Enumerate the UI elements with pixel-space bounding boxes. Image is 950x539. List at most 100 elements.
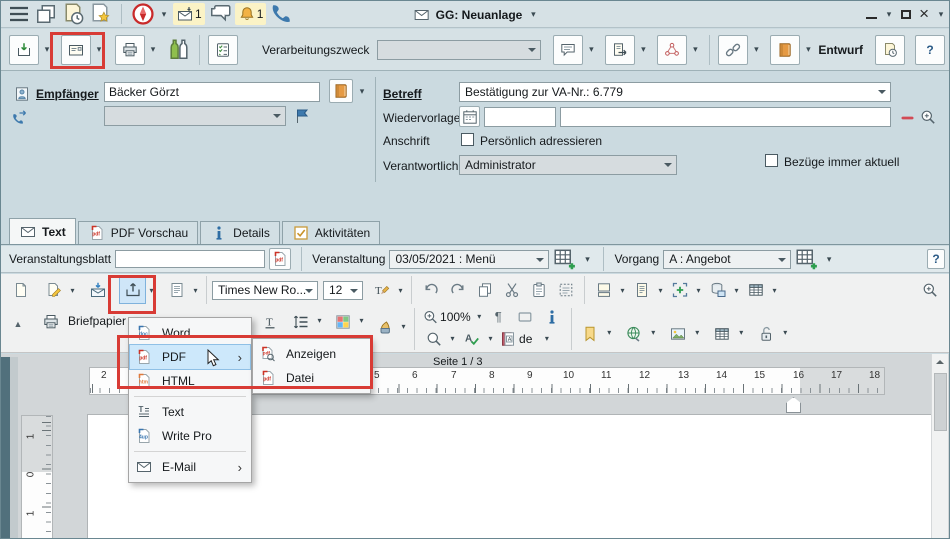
- insert-image-button[interactable]: [665, 320, 692, 347]
- menu-item-html[interactable]: htmHTML: [130, 369, 250, 393]
- menu-item-datei[interactable]: pdfDatei: [254, 366, 369, 390]
- data-field-dropdown[interactable]: [731, 278, 742, 303]
- menu-item-word[interactable]: docWord: [130, 321, 250, 345]
- veranstaltungsblatt-pdf-button[interactable]: pdf: [269, 248, 291, 270]
- empfaenger-book-button[interactable]: [329, 79, 353, 103]
- windows-icon[interactable]: [34, 2, 58, 26]
- transfer-dropdown[interactable]: [637, 36, 649, 64]
- letter-dropdown[interactable]: [93, 36, 105, 64]
- hamburger-icon[interactable]: [7, 2, 31, 26]
- verantwortlich-select[interactable]: Administrator: [459, 155, 677, 175]
- document-pages-dropdown[interactable]: [190, 278, 201, 303]
- insert-frame-dropdown[interactable]: [693, 278, 704, 303]
- menu-item-write-pro[interactable]: 4upWrite Pro: [130, 424, 250, 448]
- page-layout-dropdown[interactable]: [617, 278, 628, 303]
- empfaenger-phone-select[interactable]: [104, 106, 286, 126]
- page-layout-button[interactable]: [590, 277, 617, 304]
- betreff-label[interactable]: Betreff: [383, 87, 422, 101]
- format-painter-button[interactable]: T: [368, 277, 395, 304]
- zoom-level-button[interactable]: 100%: [420, 305, 474, 328]
- address-book-button[interactable]: [770, 35, 800, 65]
- spellcheck-dropdown[interactable]: [485, 328, 496, 349]
- comment-button[interactable]: [553, 35, 583, 65]
- close-button[interactable]: [919, 8, 929, 22]
- transfer-button[interactable]: [605, 35, 635, 65]
- history-button[interactable]: [875, 35, 905, 65]
- import-button[interactable]: [84, 277, 111, 304]
- save-record-button[interactable]: [9, 35, 39, 65]
- add-vorgang-button[interactable]: [795, 247, 819, 271]
- new-document-button[interactable]: [7, 277, 34, 304]
- collapse-toolbar-button[interactable]: [7, 310, 29, 337]
- table-tools-button[interactable]: [709, 320, 736, 347]
- document-pages-button[interactable]: [163, 277, 190, 304]
- minimize-dropdown[interactable]: [885, 5, 893, 25]
- export-dropdown[interactable]: [146, 278, 157, 303]
- zoom-level-dropdown[interactable]: [474, 306, 485, 327]
- hyperlink-button[interactable]: [621, 320, 648, 347]
- letter-button[interactable]: [61, 35, 91, 65]
- help-button[interactable]: ?: [915, 35, 945, 65]
- empfaenger-input[interactable]: [104, 82, 320, 102]
- restore-button[interactable]: [901, 10, 911, 19]
- add-veranstaltung-button[interactable]: [553, 247, 577, 271]
- workflow-button[interactable]: [657, 35, 687, 65]
- tab-details[interactable]: Details: [200, 221, 280, 244]
- empfaenger-book-dropdown[interactable]: [356, 79, 368, 103]
- frame-borders-button[interactable]: [512, 305, 539, 328]
- tab-pdf-vorschau[interactable]: pdfPDF Vorschau: [78, 221, 198, 244]
- undo-button[interactable]: [417, 277, 444, 304]
- title-dropdown[interactable]: [527, 5, 539, 25]
- link-button[interactable]: [718, 35, 748, 65]
- menu-item-e-mail[interactable]: E-Mail: [130, 455, 250, 479]
- recent-doc-icon[interactable]: [61, 2, 85, 26]
- magnify-button[interactable]: [916, 277, 943, 304]
- info-button[interactable]: [539, 305, 566, 328]
- tab-aktivitäten[interactable]: Aktivitäten: [282, 221, 380, 244]
- phone-icon[interactable]: [269, 2, 293, 26]
- menu-item-text[interactable]: TText: [130, 400, 250, 424]
- insert-table-dropdown[interactable]: [769, 278, 780, 303]
- edit-template-dropdown[interactable]: [67, 278, 78, 303]
- favorite-doc-icon[interactable]: [88, 2, 112, 26]
- zoom-field-icon[interactable]: [919, 108, 937, 126]
- spellcheck-button[interactable]: A: [458, 327, 485, 350]
- protection-dropdown[interactable]: [780, 320, 791, 345]
- vorgang-select[interactable]: A : Angebot: [663, 250, 791, 269]
- betreff-combo[interactable]: Bestätigung zur VA-Nr.: 6.779: [459, 82, 891, 102]
- search-dropdown[interactable]: [447, 328, 458, 349]
- briefpapier-button[interactable]: [37, 308, 64, 335]
- wiedervorlage-date-input[interactable]: [484, 107, 556, 127]
- checklist-button[interactable]: [208, 35, 238, 65]
- verarbeitungszweck-select[interactable]: [377, 40, 541, 60]
- select-all-button[interactable]: [552, 277, 579, 304]
- color-palette-dropdown[interactable]: [356, 308, 367, 333]
- bezuege-checkbox[interactable]: [765, 154, 778, 167]
- remove-icon[interactable]: [899, 109, 917, 127]
- save-record-dropdown[interactable]: [41, 36, 53, 64]
- font-family-select[interactable]: Times New Ro...: [212, 281, 318, 300]
- bookmark-button[interactable]: [577, 320, 604, 347]
- mail-notification[interactable]: 1: [173, 3, 205, 25]
- navigate-icon[interactable]: [131, 2, 155, 26]
- insert-frame-button[interactable]: [666, 277, 693, 304]
- data-field-button[interactable]: [704, 277, 731, 304]
- brush-button[interactable]: [371, 314, 398, 341]
- navigate-dropdown[interactable]: [158, 0, 170, 28]
- format-painter-dropdown[interactable]: [395, 278, 406, 303]
- text-block-button[interactable]: [628, 277, 655, 304]
- menu-item-anzeigen[interactable]: pdfAnzeigen: [254, 342, 369, 366]
- wiedervorlage-calendar-button[interactable]: [459, 106, 480, 127]
- persoenlich-checkbox[interactable]: [461, 133, 474, 146]
- dictionary-button[interactable]: A de: [496, 327, 535, 350]
- minimize-button[interactable]: [866, 10, 877, 19]
- color-palette-button[interactable]: [329, 308, 356, 335]
- insert-image-dropdown[interactable]: [692, 320, 703, 345]
- insert-table-button[interactable]: [742, 277, 769, 304]
- search-button[interactable]: [420, 327, 447, 350]
- redo-button[interactable]: [444, 277, 471, 304]
- bottles-icon[interactable]: [167, 38, 191, 62]
- hyperlink-dropdown[interactable]: [648, 320, 659, 345]
- table-tools-dropdown[interactable]: [736, 320, 747, 345]
- close-dropdown[interactable]: [937, 5, 945, 25]
